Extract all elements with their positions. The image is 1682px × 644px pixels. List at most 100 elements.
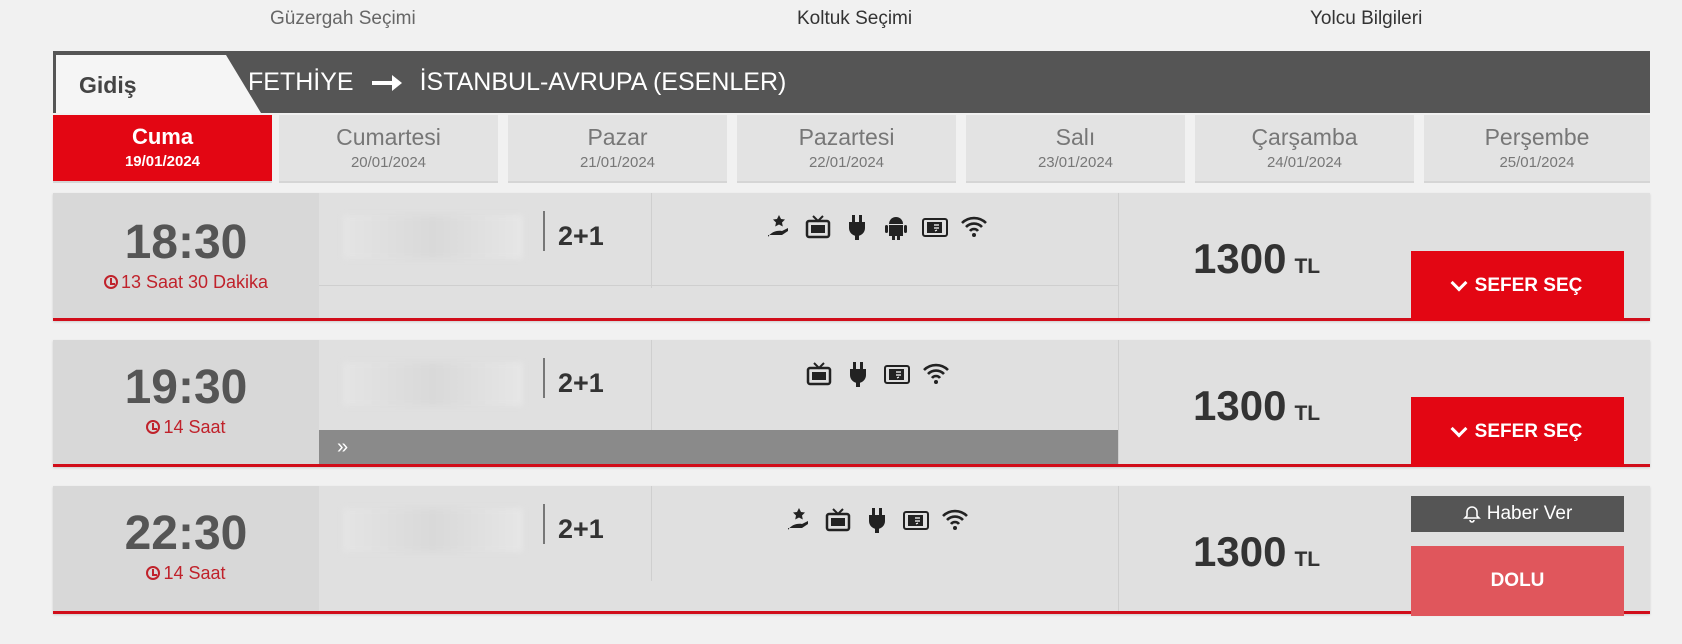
route-to: İSTANBUL-AVRUPA (ESENLER)	[419, 68, 787, 96]
price-currency: TL	[1294, 548, 1321, 571]
notify-me-label: Haber Ver	[1486, 503, 1573, 524]
trip-card: 18:30 13 Saat 30 Dakika 2+1 1300 TL SEFER…	[53, 193, 1650, 321]
divider	[1118, 486, 1119, 611]
arrow-right-icon	[371, 74, 402, 91]
power-plug-icon	[850, 362, 866, 387]
trip-duration: 13 Saat 30 Dakika	[53, 272, 319, 293]
notify-me-button[interactable]: Haber Ver	[1411, 496, 1624, 532]
duration-text: 13 Saat 30 Dakika	[120, 272, 269, 292]
wifi-icon	[923, 363, 949, 384]
day-date: 23/01/2024	[1037, 154, 1114, 171]
route-from: FETHİYE	[248, 68, 354, 96]
trip-price: 1300 TL	[1193, 528, 1320, 576]
service-icon	[768, 215, 788, 237]
seat-layout: 2+1	[558, 514, 604, 544]
chevron-down-icon	[1450, 420, 1468, 438]
day-tab-saturday[interactable]: Cumartesi 20/01/2024	[279, 115, 498, 183]
duration-text: 14 Saat	[163, 563, 226, 583]
day-name: Çarşamba	[1251, 124, 1358, 150]
divider	[1118, 193, 1119, 318]
day-date: 21/01/2024	[579, 154, 656, 171]
tablet-icon	[903, 511, 929, 530]
company-logo	[343, 362, 523, 406]
step-route-selection[interactable]: Güzergah Seçimi	[270, 8, 416, 30]
clock-icon	[103, 275, 118, 289]
step-indicator: Güzergah Seçimi Koltuk Seçimi Yolcu Bilg…	[0, 0, 1682, 40]
day-name: Pazar	[587, 124, 648, 150]
amenities	[785, 506, 969, 534]
company-logo	[343, 508, 523, 552]
tablet-icon	[884, 365, 910, 384]
bell-icon	[1462, 506, 1481, 523]
direction-label: Gidiş	[79, 72, 137, 98]
date-tabs: Cuma 19/01/2024 Cumartesi 20/01/2024 Paz…	[53, 113, 1650, 183]
trip-card: 19:30 14 Saat 2+1 » 1300 TL SEFER SEÇ	[53, 340, 1650, 467]
departure-time: 19:30	[124, 361, 248, 414]
day-tab-wednesday[interactable]: Çarşamba 24/01/2024	[1195, 115, 1414, 183]
divider	[651, 486, 652, 581]
tv-icon	[825, 508, 851, 532]
day-date: 24/01/2024	[1266, 154, 1343, 171]
amenities	[765, 213, 988, 241]
company-logo	[343, 215, 523, 259]
day-name: Pazartesi	[798, 124, 895, 150]
android-icon	[885, 217, 907, 240]
divider	[543, 504, 545, 544]
seat-layout: 2+1	[558, 221, 604, 251]
direction-tab: Gidiş	[56, 55, 261, 113]
select-trip-button[interactable]: SEFER SEÇ	[1411, 397, 1624, 467]
trip-duration: 14 Saat	[53, 417, 319, 438]
tv-icon	[806, 362, 832, 386]
departure-box: 18:30 13 Saat 30 Dakika	[53, 193, 319, 318]
expand-details-bar[interactable]: »	[319, 430, 1118, 464]
day-tab-thursday[interactable]: Perşembe 25/01/2024	[1424, 115, 1650, 183]
divider	[543, 358, 545, 398]
route-title: FETHİYE İSTANBUL-AVRUPA (ESENLER)	[248, 68, 786, 97]
day-name: Cumartesi	[336, 124, 441, 150]
trip-card: 22:30 14 Saat 2+1 1300 TL Haber Ver DOLU	[53, 486, 1650, 616]
tablet-icon	[922, 218, 948, 237]
divider	[543, 211, 545, 251]
price-value: 1300	[1193, 235, 1287, 282]
duration-text: 14 Saat	[163, 417, 226, 437]
departure-box: 22:30 14 Saat	[53, 486, 319, 611]
departure-box: 19:30 14 Saat	[53, 340, 319, 464]
day-date: 25/01/2024	[1499, 154, 1575, 171]
trip-duration: 14 Saat	[53, 563, 319, 584]
divider	[319, 285, 1118, 286]
divider	[651, 193, 652, 288]
service-icon	[788, 508, 808, 530]
departure-time: 22:30	[124, 507, 248, 560]
sold-out-badge: DOLU	[1411, 546, 1624, 616]
day-name: Salı	[1055, 124, 1096, 150]
sold-out-label: DOLU	[1490, 570, 1545, 591]
day-tab-sunday[interactable]: Pazar 21/01/2024	[508, 115, 727, 183]
route-header: Gidiş FETHİYE İSTANBUL-AVRUPA (ESENLER)	[53, 51, 1650, 113]
day-tab-tuesday[interactable]: Salı 23/01/2024	[966, 115, 1185, 183]
day-tab-friday[interactable]: Cuma 19/01/2024	[53, 115, 272, 183]
divider	[651, 340, 652, 435]
day-date: 20/01/2024	[350, 154, 427, 171]
step-seat-selection: Koltuk Seçimi	[797, 8, 913, 29]
seat-layout: 2+1	[558, 368, 604, 398]
select-trip-button[interactable]: SEFER SEÇ	[1411, 251, 1624, 321]
clock-icon	[146, 566, 161, 580]
departure-time: 18:30	[124, 216, 248, 269]
day-name: Cuma	[131, 124, 194, 149]
select-trip-label: SEFER SEÇ	[1474, 275, 1583, 296]
select-trip-label: SEFER SEÇ	[1474, 421, 1583, 442]
double-chevron-right-icon: »	[337, 436, 349, 458]
power-plug-icon	[869, 508, 885, 533]
price-currency: TL	[1294, 255, 1321, 278]
day-name: Perşembe	[1484, 124, 1590, 150]
wifi-icon	[961, 216, 987, 237]
wifi-icon	[942, 509, 968, 530]
chevron-down-icon	[1450, 274, 1468, 292]
price-value: 1300	[1193, 528, 1287, 575]
amenities	[805, 360, 950, 388]
price-currency: TL	[1294, 402, 1321, 425]
day-date: 19/01/2024	[124, 153, 201, 170]
day-date: 22/01/2024	[808, 154, 885, 171]
day-tab-monday[interactable]: Pazartesi 22/01/2024	[737, 115, 956, 183]
step-passenger-info: Yolcu Bilgileri	[1310, 8, 1423, 29]
